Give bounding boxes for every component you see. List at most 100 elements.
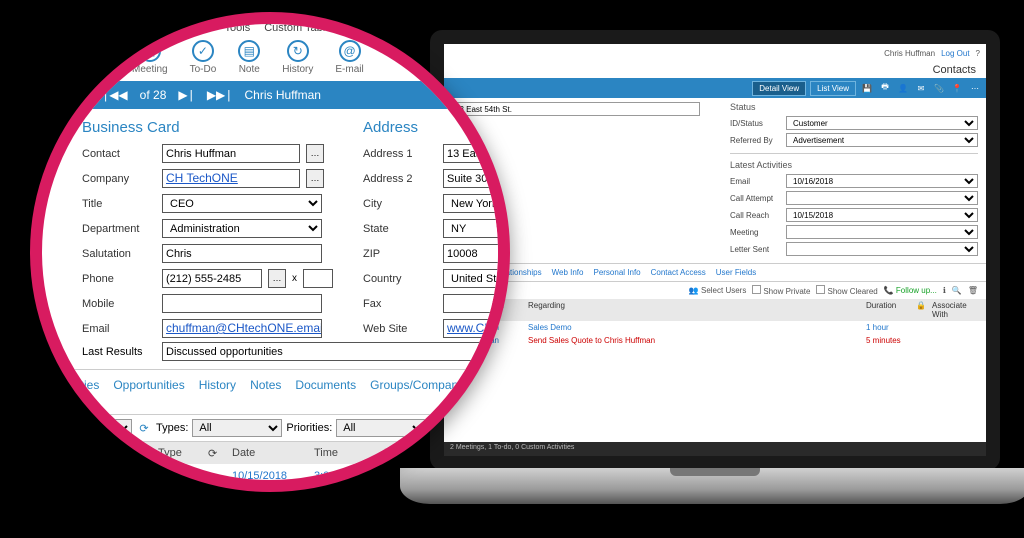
print-icon[interactable]: 🖶 xyxy=(878,81,892,95)
note-button[interactable]: ▤Note xyxy=(238,40,260,75)
address-section: Address Address 1 Address 2 CityNew York… xyxy=(363,119,510,338)
todo-button[interactable]: ✓To-Do xyxy=(190,40,217,75)
mail-icon[interactable]: ✉ xyxy=(914,81,928,95)
tab-activities[interactable]: Activities xyxy=(52,378,99,406)
department-select[interactable]: Administration xyxy=(162,219,322,238)
grid-row-small[interactable]: Chris Huffman Sales Demo 1 hour xyxy=(444,321,986,334)
zip-field[interactable] xyxy=(443,244,510,263)
salutation-field[interactable] xyxy=(162,244,322,263)
list-view-button[interactable]: List View xyxy=(810,81,856,96)
idstatus-label: ID/Status xyxy=(730,119,782,128)
detail-tabs: Activities Opportunities History Notes D… xyxy=(30,369,510,414)
refresh-header-icon[interactable]: ⟳ xyxy=(208,447,232,460)
detail-tabs-small: Contacts Relationships Web Info Personal… xyxy=(444,263,986,282)
next-record-icon[interactable]: ▶| xyxy=(178,88,194,103)
city-select[interactable]: New York xyxy=(443,194,510,213)
filter-bar: Past ⟳ Types: All Priorities: All Keywor… xyxy=(30,414,510,442)
company-link[interactable]: CH TechONE xyxy=(166,171,238,185)
more-icon[interactable]: ⋯ xyxy=(968,81,982,95)
latest-email[interactable]: 10/16/2018 xyxy=(786,174,978,188)
user-icon[interactable]: 👤 xyxy=(896,81,910,95)
note-icon: ▤ xyxy=(238,40,260,62)
fax-field[interactable] xyxy=(443,294,510,313)
types-filter[interactable]: All xyxy=(192,419,282,437)
business-card-title: Business Card xyxy=(82,119,333,136)
at-icon: @ xyxy=(339,40,361,62)
last-record-icon[interactable]: ▶▶| xyxy=(207,88,233,103)
menu-custom-tables[interactable]: Custom Tables xyxy=(264,22,337,34)
state-select[interactable]: NY xyxy=(443,219,510,238)
detail-view-button[interactable]: Detail View xyxy=(752,81,806,96)
latest-call-attempt[interactable] xyxy=(786,191,978,205)
first-record-icon[interactable]: |◀◀ xyxy=(102,88,128,103)
priorities-filter[interactable]: All xyxy=(336,419,426,437)
last-results-field[interactable] xyxy=(162,342,508,361)
latest-letter[interactable] xyxy=(786,242,978,256)
phone-lookup-icon[interactable]: … xyxy=(268,269,286,288)
status-bar: 2 Meetings, 1 To-do, 0 Custom Activities xyxy=(444,442,986,456)
laptop-screen: Chris Huffman Log Out ? Contacts Detail … xyxy=(430,30,1000,470)
dates-filter[interactable]: Past xyxy=(52,419,132,437)
mobile-field[interactable] xyxy=(162,294,322,313)
menu-bar: Reports Tools Custom Tables xyxy=(30,16,510,36)
info-icon[interactable]: ℹ xyxy=(943,286,946,295)
status-title: Status xyxy=(730,102,978,112)
followup-button[interactable]: 📞 Follow up... xyxy=(884,286,937,295)
calendar-icon: ▦ xyxy=(139,40,161,62)
grid-header: 📅 Type ⟳ Date Time Priority xyxy=(52,442,510,464)
record-counter: of 28 xyxy=(140,88,167,102)
save-icon[interactable]: 💾 xyxy=(860,81,874,95)
logout-link[interactable]: Log Out xyxy=(941,49,969,58)
contact-lookup-icon[interactable]: … xyxy=(306,144,324,163)
grid-toolbar: 👥 Select Users Show Private Show Cleared… xyxy=(444,282,986,299)
grid-row-small[interactable]: Chris Huffman Send Sales Quote to Chris … xyxy=(444,334,986,347)
calendar-header-icon[interactable]: 📅 xyxy=(134,447,158,460)
company-lookup-icon[interactable]: … xyxy=(306,169,324,188)
menu-tools[interactable]: Tools xyxy=(225,22,251,34)
search-icon[interactable]: 🔍 xyxy=(952,286,962,295)
menu-reports[interactable]: Reports xyxy=(172,22,211,34)
tab-history[interactable]: History xyxy=(199,378,236,406)
phone-field[interactable] xyxy=(162,269,262,288)
tab-opportunities[interactable]: Opportunities xyxy=(113,378,184,406)
page-title: Contacts xyxy=(444,62,986,78)
select-users[interactable]: 👥 Select Users xyxy=(689,286,747,295)
view-bar: Detail View List View 💾 🖶 👤 ✉ 📎 📍 ⋯ xyxy=(444,78,986,98)
tab-groups[interactable]: Groups/Companies xyxy=(370,378,473,406)
latest-title: Latest Activities xyxy=(730,160,978,170)
pin-icon[interactable]: 📍 xyxy=(950,81,964,95)
delete-icon[interactable]: 🗑 xyxy=(968,286,978,295)
tab-notes[interactable]: Notes xyxy=(250,378,281,406)
grid-header-small: Scheduled With Regarding Duration 🔒 Asso… xyxy=(444,299,986,321)
tab-documents[interactable]: Documents xyxy=(295,378,356,406)
meeting-button[interactable]: ▦Meeting xyxy=(132,40,168,75)
delete-link[interactable]: Delete xyxy=(56,470,106,482)
check-icon: ✓ xyxy=(192,40,214,62)
email-button[interactable]: @E-mail xyxy=(335,40,363,75)
top-header: Chris Huffman Log Out ? xyxy=(444,44,986,62)
idstatus-select[interactable]: Customer xyxy=(786,116,978,130)
contact-field[interactable] xyxy=(162,144,300,163)
refresh-icon[interactable]: ⟳ xyxy=(136,422,152,435)
row-checkbox[interactable] xyxy=(106,468,118,480)
phone-icon: 📞 xyxy=(158,469,208,482)
history-button[interactable]: ↻History xyxy=(282,40,313,75)
business-card-section: Business Card Contact… CompanyCH TechONE… xyxy=(82,119,333,338)
record-name: Chris Huffman xyxy=(244,88,320,102)
title-select[interactable]: CEO xyxy=(162,194,322,213)
magnified-lens: Reports Tools Custom Tables ▦Meeting ✓To… xyxy=(30,12,510,492)
user-name: Chris Huffman xyxy=(884,49,935,58)
refby-label: Referred By xyxy=(730,136,782,145)
latest-meeting[interactable] xyxy=(786,225,978,239)
latest-call-reach[interactable]: 10/15/2018 xyxy=(786,208,978,222)
last-results-label: Last Results xyxy=(82,346,156,358)
country-select[interactable]: United States xyxy=(443,269,510,288)
email-link[interactable]: chuffman@CHtechONE.email xyxy=(166,321,322,335)
ext-field[interactable] xyxy=(303,269,333,288)
record-navbar: |◀◀ of 28 ▶| ▶▶| Chris Huffman xyxy=(30,81,510,109)
refby-select[interactable]: Advertisement xyxy=(786,133,978,147)
history-icon: ↻ xyxy=(287,40,309,62)
attach-icon[interactable]: 📎 xyxy=(932,81,946,95)
icon-toolbar: ▦Meeting ✓To-Do ▤Note ↻History @E-mail xyxy=(30,36,510,81)
help-icon[interactable]: ? xyxy=(976,49,980,58)
